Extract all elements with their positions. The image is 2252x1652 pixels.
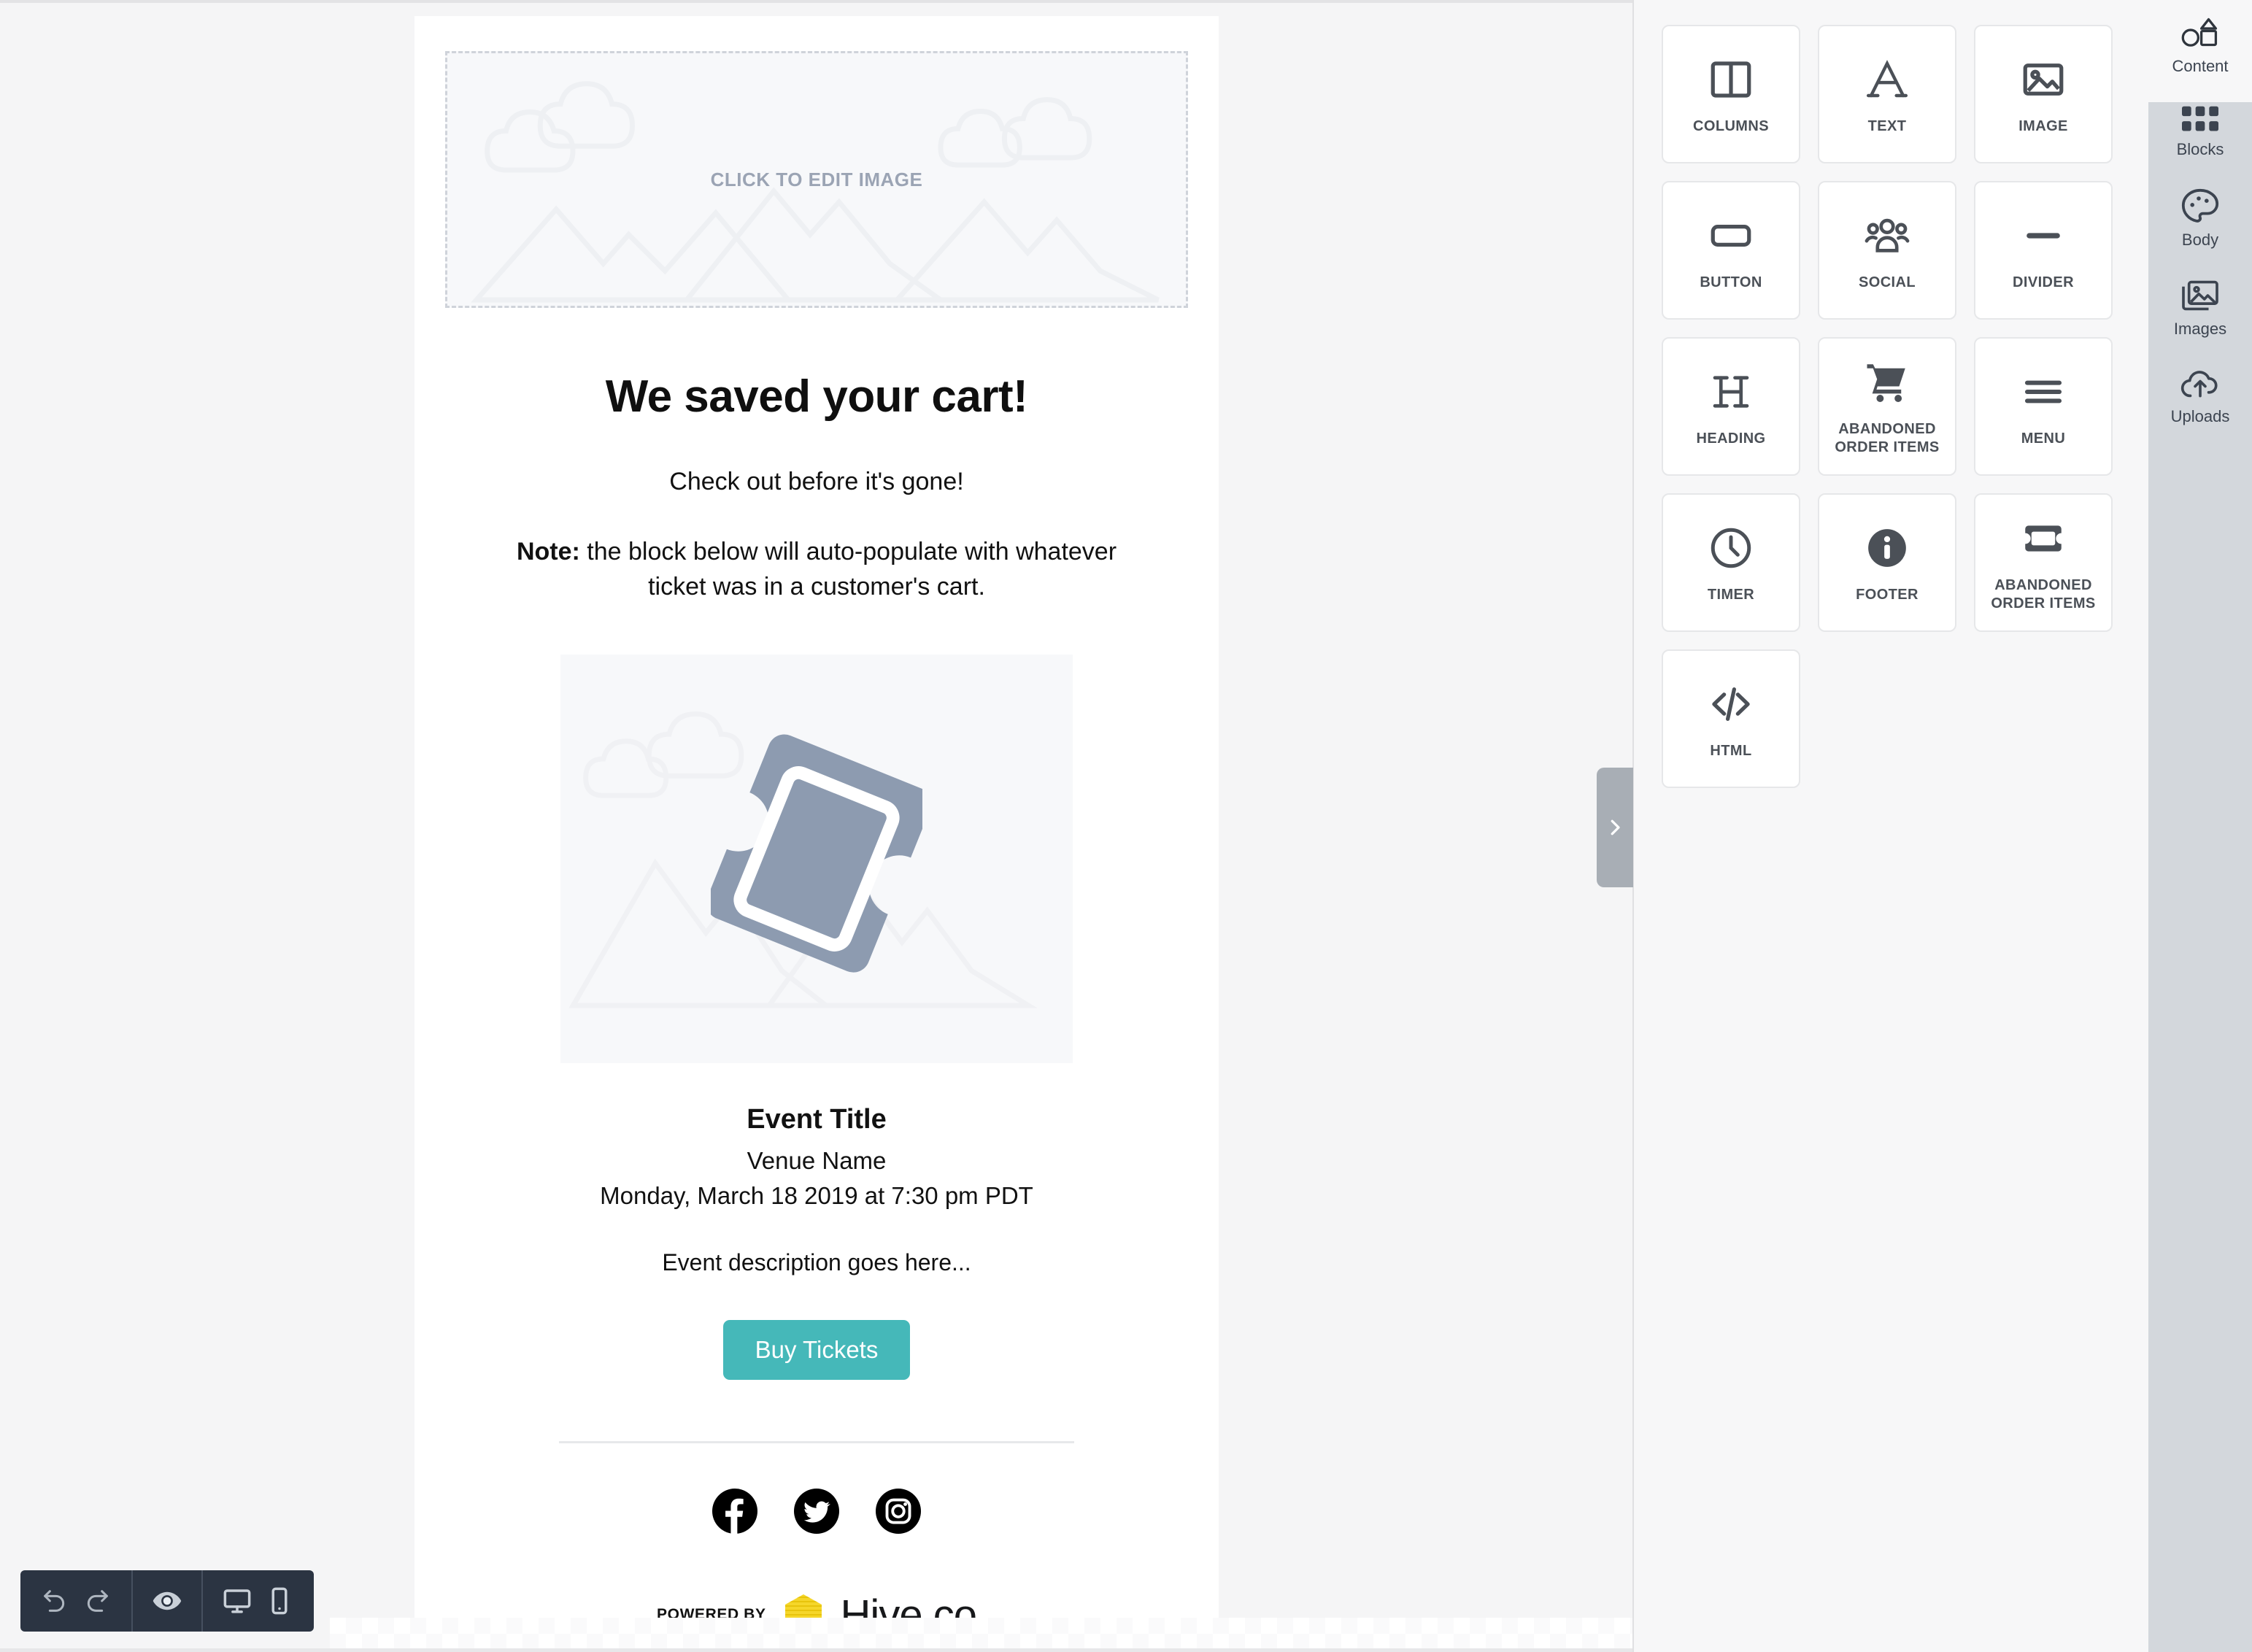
preview-group bbox=[131, 1570, 201, 1632]
block-label: FOOTER bbox=[1856, 586, 1919, 603]
block-html[interactable]: HTML bbox=[1662, 649, 1800, 788]
email-note-text: the block below will auto-populate with … bbox=[579, 538, 1117, 601]
image-icon bbox=[2019, 53, 2067, 106]
block-social[interactable]: SOCIAL bbox=[1818, 181, 1956, 320]
chevron-right-icon bbox=[1611, 819, 1620, 835]
shapes-icon bbox=[2181, 18, 2218, 47]
rail-item-label: Content bbox=[2172, 57, 2229, 75]
email-subheadline[interactable]: Check out before it's gone! bbox=[414, 468, 1219, 496]
mobile-view-button[interactable] bbox=[258, 1570, 301, 1632]
rail-item-uploads[interactable]: Uploads bbox=[2148, 352, 2252, 439]
palette-icon bbox=[2181, 188, 2219, 223]
panel-collapse-handle[interactable] bbox=[1597, 768, 1633, 887]
menu-icon bbox=[2019, 366, 2067, 418]
facebook-icon[interactable] bbox=[712, 1488, 757, 1534]
editor-toolbar bbox=[20, 1570, 314, 1632]
cloud-upload-icon bbox=[2180, 371, 2218, 398]
images-icon bbox=[2182, 280, 2218, 311]
block-label: ABANDONED ORDER ITEMS bbox=[1835, 421, 1940, 455]
block-abandoned-order-items-cart[interactable]: ABANDONED ORDER ITEMS bbox=[1818, 337, 1956, 476]
rail-item-label: Body bbox=[2181, 231, 2219, 249]
button-icon bbox=[1707, 209, 1755, 262]
social-links bbox=[414, 1488, 1219, 1534]
block-label: IMAGE bbox=[2018, 117, 2068, 134]
canvas-top-divider bbox=[0, 0, 1632, 3]
image-placeholder-block[interactable]: CLICK TO EDIT IMAGE bbox=[445, 51, 1188, 308]
block-abandoned-order-items-ticket[interactable]: ABANDONED ORDER ITEMS bbox=[1974, 493, 2113, 632]
viewport-group bbox=[201, 1570, 314, 1632]
mobile-icon bbox=[271, 1587, 288, 1615]
eye-icon bbox=[153, 1591, 182, 1610]
block-label: DIVIDER bbox=[2013, 274, 2074, 290]
rail-item-label: Images bbox=[2173, 320, 2227, 338]
block-timer[interactable]: TIMER bbox=[1662, 493, 1800, 632]
event-datetime[interactable]: Monday, March 18 2019 at 7:30 pm PDT bbox=[414, 1182, 1219, 1210]
text-icon bbox=[1863, 53, 1911, 106]
block-label: SOCIAL bbox=[1859, 274, 1916, 290]
right-rail: Content Blocks Body Images Uploads bbox=[2148, 0, 2252, 1652]
block-label: COLUMNS bbox=[1693, 117, 1769, 134]
history-group bbox=[20, 1570, 131, 1632]
buy-tickets-button[interactable]: Buy Tickets bbox=[722, 1319, 911, 1380]
event-description[interactable]: Event description goes here... bbox=[414, 1249, 1219, 1276]
rail-item-label: Uploads bbox=[2170, 407, 2230, 425]
code-icon bbox=[1707, 678, 1755, 730]
transparency-checker-strip bbox=[330, 1618, 1632, 1650]
image-placeholder-label: CLICK TO EDIT IMAGE bbox=[710, 168, 923, 190]
divider-icon bbox=[2019, 209, 2067, 262]
email-body: CLICK TO EDIT IMAGE We saved your cart! … bbox=[414, 16, 1219, 1652]
block-label: HEADING bbox=[1696, 430, 1766, 447]
cta-container: Buy Tickets bbox=[414, 1319, 1219, 1380]
block-label: TIMER bbox=[1707, 586, 1755, 603]
rail-item-label: Blocks bbox=[2176, 140, 2224, 158]
rail-item-blocks[interactable]: Blocks bbox=[2148, 89, 2252, 172]
columns-icon bbox=[1707, 53, 1755, 106]
email-divider bbox=[559, 1440, 1074, 1443]
block-label: TEXT bbox=[1867, 117, 1907, 134]
blocks-panel: COLUMNS TEXT IMAGE BUTTON SOCIAL DIVIDER… bbox=[1632, 0, 2148, 1652]
block-label: BUTTON bbox=[1700, 274, 1762, 290]
heading-icon bbox=[1707, 366, 1755, 418]
redo-button[interactable] bbox=[76, 1570, 118, 1632]
rail-item-body[interactable]: Body bbox=[2148, 172, 2252, 263]
block-menu[interactable]: MENU bbox=[1974, 337, 2113, 476]
timer-icon bbox=[1707, 522, 1755, 574]
block-image[interactable]: IMAGE bbox=[1974, 25, 2113, 163]
email-builder-app: CLICK TO EDIT IMAGE We saved your cart! … bbox=[0, 0, 2252, 1652]
desktop-view-button[interactable] bbox=[216, 1570, 258, 1632]
instagram-icon[interactable] bbox=[876, 1488, 921, 1534]
event-venue[interactable]: Venue Name bbox=[414, 1147, 1219, 1175]
email-canvas: CLICK TO EDIT IMAGE We saved your cart! … bbox=[0, 0, 1632, 1652]
ticket-icon bbox=[711, 733, 922, 973]
grid-icon bbox=[2182, 106, 2218, 131]
redo-icon bbox=[87, 1590, 108, 1612]
undo-icon bbox=[44, 1590, 65, 1612]
email-headline[interactable]: We saved your cart! bbox=[414, 371, 1219, 422]
social-icon bbox=[1863, 209, 1911, 262]
canvas-bottom-divider bbox=[0, 1648, 1632, 1652]
twitter-icon[interactable] bbox=[794, 1488, 839, 1534]
rail-item-images[interactable]: Images bbox=[2148, 263, 2252, 352]
undo-button[interactable] bbox=[34, 1570, 76, 1632]
block-label: MENU bbox=[2021, 430, 2066, 447]
info-icon bbox=[1863, 522, 1911, 574]
block-label: HTML bbox=[1710, 742, 1752, 759]
block-text[interactable]: TEXT bbox=[1818, 25, 1956, 163]
rail-item-content[interactable]: Content bbox=[2148, 0, 2252, 89]
abandoned-order-item-block[interactable] bbox=[560, 654, 1073, 1063]
block-button[interactable]: BUTTON bbox=[1662, 181, 1800, 320]
block-columns[interactable]: COLUMNS bbox=[1662, 25, 1800, 163]
event-title[interactable]: Event Title bbox=[414, 1104, 1219, 1135]
desktop-icon bbox=[223, 1589, 251, 1613]
email-note-label: Note: bbox=[516, 538, 580, 566]
email-note[interactable]: Note: the block below will auto-populate… bbox=[495, 534, 1138, 605]
preview-button[interactable] bbox=[146, 1570, 188, 1632]
block-footer[interactable]: FOOTER bbox=[1818, 493, 1956, 632]
block-label: ABANDONED ORDER ITEMS bbox=[1991, 577, 2096, 611]
cart-icon bbox=[1863, 356, 1911, 409]
block-divider[interactable]: DIVIDER bbox=[1974, 181, 2113, 320]
ticket-icon bbox=[2019, 512, 2067, 565]
block-heading[interactable]: HEADING bbox=[1662, 337, 1800, 476]
blocks-grid: COLUMNS TEXT IMAGE BUTTON SOCIAL DIVIDER… bbox=[1634, 0, 2148, 788]
